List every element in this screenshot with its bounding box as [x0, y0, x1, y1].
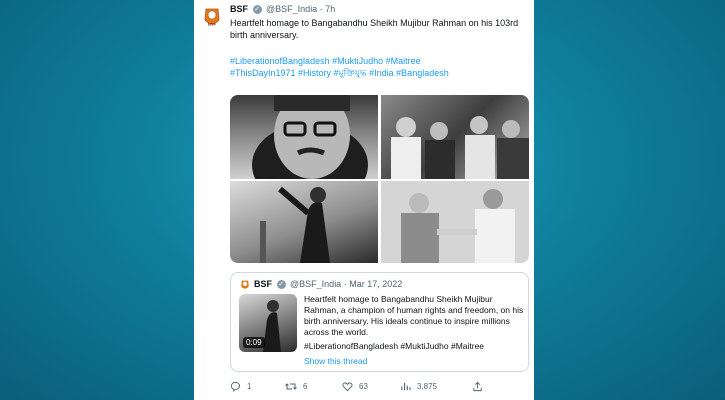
retweet-count: 6: [303, 382, 308, 391]
share-icon: [473, 381, 482, 392]
tweet-actions: 1 6 63 3,875: [230, 381, 530, 395]
retweet-button[interactable]: 6: [285, 381, 307, 392]
heart-icon: [342, 382, 353, 392]
author-name[interactable]: BSF: [230, 4, 248, 14]
views-icon: [401, 382, 411, 391]
tweet-time[interactable]: · 7h: [320, 4, 336, 14]
video-duration: 0:09: [243, 337, 265, 348]
retweet-icon: [285, 383, 297, 390]
photo-handshake[interactable]: [381, 181, 529, 263]
bsf-emblem-avatar[interactable]: BSF: [203, 6, 221, 32]
tweet-header: BSF ✓ @BSF_India · 7h: [230, 4, 336, 15]
reply-count: 1: [247, 382, 252, 391]
quoted-header: BSF ✓ @BSF_India · Mar 17, 2022: [254, 279, 403, 290]
share-button[interactable]: [472, 381, 489, 392]
quoted-tweet[interactable]: BSF ✓ @BSF_India · Mar 17, 2022 0:09 Hea…: [230, 272, 529, 372]
hashtags-line-1[interactable]: #LiberationofBangladesh #MuktiJudho #Mai…: [230, 55, 520, 67]
like-count: 63: [359, 382, 368, 391]
hashtags-line-2[interactable]: #ThisDayIn1971 #History #মুক্তিযুদ্ধ #In…: [230, 67, 520, 79]
photo-meeting[interactable]: [381, 95, 529, 179]
views-count: 3,875: [417, 382, 438, 391]
quoted-verified-icon: ✓: [276, 280, 286, 290]
show-thread-link[interactable]: Show this thread: [304, 356, 367, 366]
photo-portrait[interactable]: [230, 95, 378, 179]
quoted-author-handle[interactable]: @BSF_India: [290, 279, 341, 289]
quoted-hashtags[interactable]: #LiberationofBangladesh #MuktiJudho #Mai…: [304, 341, 524, 352]
views-button[interactable]: 3,875: [400, 381, 437, 392]
quoted-date[interactable]: · Mar 17, 2022: [344, 279, 403, 289]
quoted-author-name[interactable]: BSF: [254, 279, 272, 289]
avatar-label: BSF: [208, 22, 217, 27]
photo-speech[interactable]: [230, 181, 378, 263]
quoted-avatar-icon[interactable]: [240, 279, 250, 293]
photo-grid: [230, 95, 529, 263]
reply-button[interactable]: 1: [230, 381, 251, 392]
quoted-video-thumbnail[interactable]: 0:09: [239, 294, 297, 352]
author-handle[interactable]: @BSF_India: [266, 4, 317, 14]
reply-icon: [230, 381, 241, 392]
tweet-hashtags: #LiberationofBangladesh #MuktiJudho #Mai…: [230, 55, 520, 79]
tweet-text: Heartfelt homage to Bangabandhu Sheikh M…: [230, 18, 519, 40]
like-button[interactable]: 63: [342, 381, 368, 392]
quoted-text: Heartfelt homage to Bangabandhu Sheikh M…: [304, 294, 524, 337]
verified-icon: ✓: [252, 5, 262, 15]
